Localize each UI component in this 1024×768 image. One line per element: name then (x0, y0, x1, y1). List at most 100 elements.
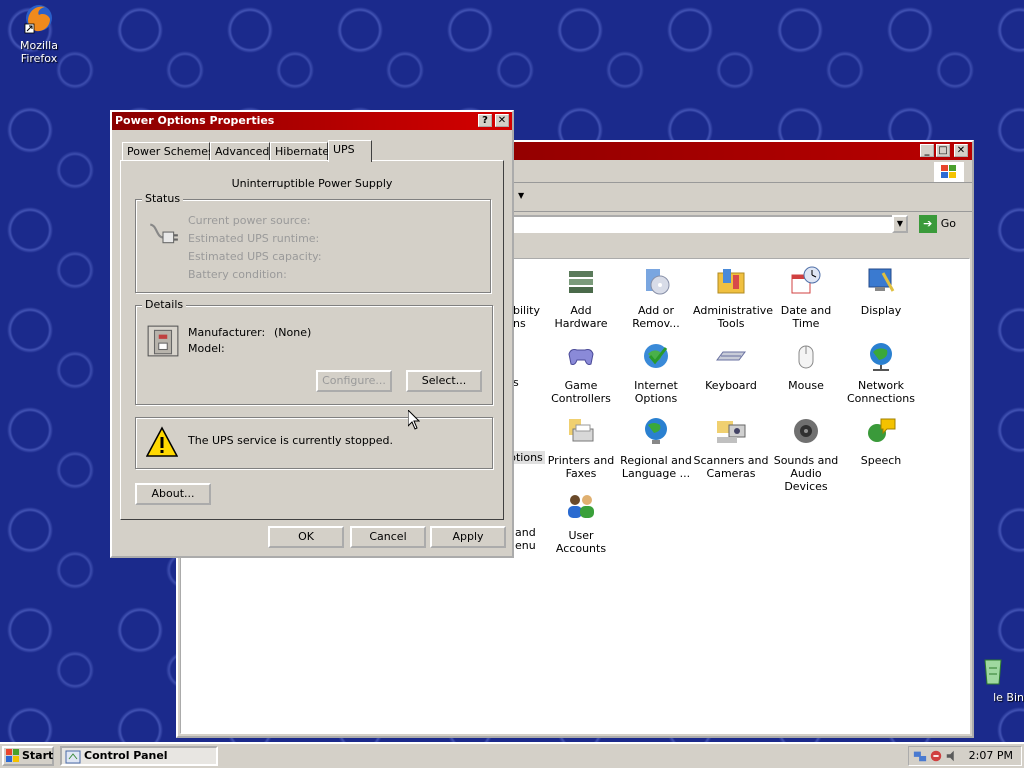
cp-item-label: Date and Time (780, 304, 832, 330)
cp-item-label: Game Controllers (551, 379, 611, 405)
go-button[interactable]: ➔ Go (918, 215, 956, 233)
volume-tray-icon[interactable] (945, 749, 959, 763)
mouse-icon (798, 345, 814, 369)
manufacturer-label: Manufacturer: (188, 326, 266, 339)
cp-item-regional[interactable]: Regional and Language ... (618, 415, 694, 480)
desktop-icon-firefox[interactable]: Mozilla Firefox (2, 2, 76, 65)
apply-button[interactable]: Apply (430, 526, 506, 548)
taskbar: Start Control Panel 2:07 PM (0, 742, 1024, 768)
details-group-label: Details (142, 298, 187, 311)
clock[interactable]: 2:07 PM (969, 747, 1013, 765)
cp-item-label: Add or Remov... (632, 304, 680, 330)
maximize-button[interactable]: □ (936, 144, 950, 157)
details-group: Details Manufacturer: (None) Model: Conf… (135, 298, 493, 405)
cp-item-add-remove[interactable]: Add or Remov... (618, 265, 694, 330)
user-accounts-icon (568, 495, 594, 518)
status-group-label: Status (142, 192, 184, 205)
cp-item-label: Display (860, 304, 902, 317)
warning-icon (146, 426, 178, 457)
tab-ups[interactable]: UPS (328, 140, 372, 162)
cp-item-game-controllers[interactable]: Game Controllers (543, 340, 619, 405)
cp-item-network[interactable]: Network Connections (843, 340, 919, 405)
ups-tab-panel: Uninterruptible Power Supply Status Curr… (120, 160, 504, 520)
dialog-close-button[interactable]: ✕ (495, 114, 509, 127)
cp-item-add-hardware[interactable]: Add Hardware (543, 265, 619, 330)
about-button[interactable]: About... (135, 483, 211, 505)
display-icon (868, 268, 895, 292)
admin-tools-icon (717, 269, 745, 294)
help-button[interactable]: ? (478, 114, 492, 127)
views-dropdown-icon[interactable]: ▼ (518, 191, 524, 200)
scanner-camera-icon (717, 421, 746, 443)
recycle-bin-icon (984, 659, 1002, 685)
cp-item-keyboard[interactable]: Keyboard (693, 340, 769, 392)
network-tray-icon[interactable] (913, 749, 927, 763)
power-options-dialog: Power Options Properties ? ✕ Power Schem… (110, 110, 514, 558)
cp-item-sounds[interactable]: Sounds and Audio Devices (768, 415, 844, 493)
status-line: Battery condition: (188, 268, 287, 281)
network-globe-icon (870, 343, 892, 371)
cp-item-label: Network Connections (847, 379, 915, 405)
globe-icon (645, 418, 667, 444)
cp-item-date-time[interactable]: Date and Time (768, 265, 844, 330)
taskbar-button-label: Control Panel (84, 749, 168, 762)
manufacturer-value: (None) (274, 326, 312, 339)
cp-item-printers[interactable]: Printers and Faxes (543, 415, 619, 480)
start-button[interactable]: Start (2, 746, 54, 766)
ups-heading: Uninterruptible Power Supply (231, 177, 393, 190)
cp-item-label: Speech (860, 454, 902, 467)
cp-item-mouse[interactable]: Mouse (768, 340, 844, 392)
address-dropdown-button[interactable]: ▼ (892, 215, 908, 233)
cp-item-label: Regional and Language ... (620, 454, 692, 480)
ups-device-icon (147, 325, 179, 357)
cancel-button[interactable]: Cancel (350, 526, 426, 548)
tab-advanced[interactable]: Advanced (210, 142, 270, 160)
cp-item-user-accounts[interactable]: User Accounts (543, 490, 619, 555)
cp-item-label: Sounds and Audio Devices (773, 454, 839, 493)
start-label: Start (22, 749, 54, 762)
gamepad-icon (568, 349, 594, 365)
cp-item-label: Scanners and Cameras (693, 454, 769, 480)
cp-item-label: Add Hardware (554, 304, 608, 330)
cp-item-display[interactable]: Display (843, 265, 919, 317)
clock-calendar-icon (791, 266, 821, 294)
dialog-titlebar[interactable]: Power Options Properties ? ✕ (112, 112, 512, 130)
printer-icon (569, 419, 594, 442)
configure-button[interactable]: Configure... (316, 370, 392, 392)
tab-hibernate[interactable]: Hibernate (270, 142, 329, 160)
firefox-icon (24, 5, 52, 34)
ok-button[interactable]: OK (268, 526, 344, 548)
ups-warning-text: The UPS service is currently stopped. (188, 434, 394, 447)
go-label: Go (940, 217, 956, 230)
minimize-button[interactable]: _ (920, 144, 934, 157)
model-label: Model: (188, 342, 225, 355)
cp-item-label: Printers and Faxes (547, 454, 615, 480)
status-line: Estimated UPS capacity: (188, 250, 322, 263)
cp-item-label: Mouse (788, 379, 824, 392)
speech-icon (868, 418, 896, 442)
status-group: Status Current power source: Estimated U… (135, 192, 491, 293)
desktop-icon-firefox-label: Mozilla Firefox (20, 39, 58, 65)
cp-item-admin-tools[interactable]: Administrative Tools (693, 265, 774, 330)
cd-box-icon (646, 269, 670, 295)
select-button[interactable]: Select... (406, 370, 482, 392)
system-tray: 2:07 PM (908, 746, 1022, 766)
tab-power-schemes[interactable]: Power Schemes (122, 142, 214, 160)
power-plug-icon (150, 223, 178, 244)
cp-item-label: Keyboard (705, 379, 757, 392)
cp-item-label: User Accounts (555, 529, 607, 555)
cp-item-label: Administrative Tools (693, 304, 774, 330)
dialog-title: Power Options Properties (115, 114, 275, 127)
cp-item-scanners[interactable]: Scanners and Cameras (693, 415, 769, 480)
add-hardware-icon (569, 271, 593, 293)
cp-item-internet-options[interactable]: Internet Options (618, 340, 694, 405)
cp-item-speech[interactable]: Speech (843, 415, 919, 467)
taskbar-button-control-panel[interactable]: Control Panel (60, 746, 218, 766)
windows-flag-icon (6, 749, 19, 762)
control-panel-icon (65, 750, 81, 764)
keyboard-icon (716, 351, 746, 361)
cp-item-label: Internet Options (634, 379, 678, 405)
warning-box: The UPS service is currently stopped. (135, 417, 493, 469)
security-tray-icon[interactable] (929, 749, 943, 763)
close-button[interactable]: ✕ (954, 144, 968, 157)
